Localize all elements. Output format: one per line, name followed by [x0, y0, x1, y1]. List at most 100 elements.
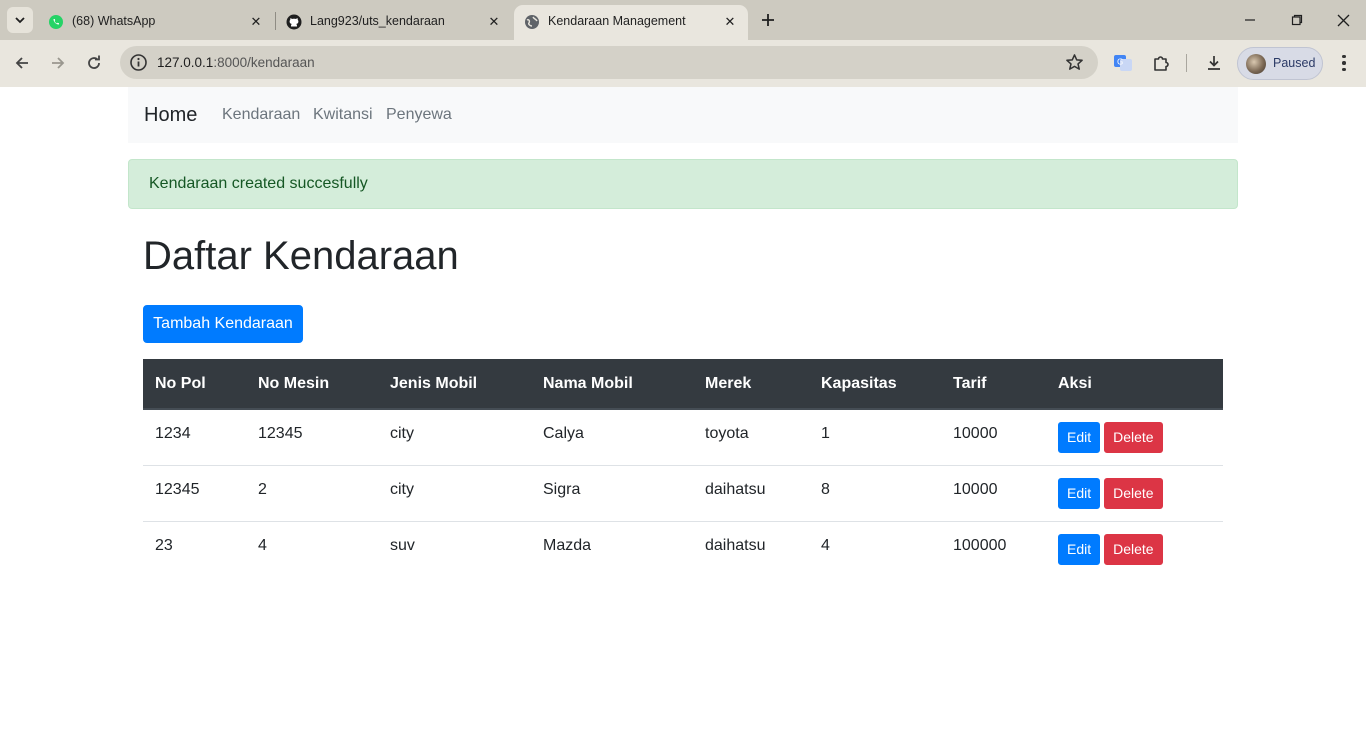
browser-menu-button[interactable]	[1334, 52, 1354, 74]
column-header-no-pol: No Pol	[143, 359, 246, 410]
reload-icon	[88, 55, 100, 69]
close-window-button[interactable]	[1331, 8, 1355, 32]
column-header-kapasitas: Kapasitas	[809, 359, 941, 410]
minimize-icon	[1245, 19, 1255, 21]
table-row: 12345 2 city Sigra daihatsu 8 10000 Edit…	[143, 464, 1223, 521]
cell-kapasitas: 8	[821, 481, 830, 498]
tab-kendaraan-management[interactable]: Kendaraan Management ✕	[514, 5, 748, 40]
browser-toolbar: 127.0.0.1:8000/kendaraan G Paused	[0, 40, 1366, 87]
edit-button[interactable]: Edit	[1058, 477, 1101, 509]
restore-icon	[1291, 14, 1303, 26]
alert-message: Kendaraan created succesfully	[149, 175, 368, 192]
cell-jenis-mobil: city	[390, 425, 414, 443]
cell-no-mesin: 2	[258, 481, 267, 498]
cell-merek: daihatsu	[705, 481, 766, 498]
tab-title: Lang923/uts_kendaraan	[310, 14, 445, 28]
tab-title: Kendaraan Management	[548, 14, 686, 28]
browser-tab-strip: (68) WhatsApp ✕ Lang923/uts_kendaraan ✕ …	[0, 0, 1366, 40]
column-header-jenis-mobil: Jenis Mobil	[378, 359, 531, 410]
toolbar-divider	[1186, 54, 1187, 72]
cell-jenis-mobil: suv	[390, 537, 415, 555]
delete-button[interactable]: Delete	[1104, 533, 1163, 565]
forward-button[interactable]	[46, 51, 70, 75]
close-icon	[1337, 14, 1349, 26]
cell-nama-mobil: Sigra	[543, 481, 581, 498]
cell-merek: toyota	[705, 425, 749, 443]
cell-jenis-mobil: city	[390, 481, 414, 498]
cell-aksi: Edit Delete	[1046, 464, 1223, 521]
close-icon[interactable]: ✕	[484, 12, 504, 32]
cell-aksi: Edit Delete	[1046, 520, 1223, 577]
minimize-button[interactable]	[1238, 8, 1262, 32]
plus-icon	[762, 14, 774, 26]
table-header-row: No Pol No Mesin Jenis Mobil Nama Mobil M…	[143, 359, 1223, 410]
nav-link-penyewa[interactable]: Penyewa	[386, 106, 452, 124]
cell-no-pol: 23	[155, 537, 173, 555]
arrow-right-icon	[52, 57, 65, 69]
top-navbar: Home Kendaraan Kwitansi Penyewa	[128, 87, 1238, 143]
delete-button[interactable]: Delete	[1104, 421, 1163, 453]
url-path: :8000/kendaraan	[213, 55, 315, 70]
cell-kapasitas: 1	[821, 425, 830, 443]
cell-tarif: 10000	[953, 425, 998, 443]
back-button[interactable]	[10, 51, 34, 75]
navbar-brand-home[interactable]: Home	[144, 104, 197, 127]
whatsapp-icon	[49, 15, 63, 29]
cell-no-pol: 1234	[155, 425, 191, 443]
profile-status: Paused	[1273, 56, 1316, 70]
success-alert: Kendaraan created succesfully	[128, 159, 1238, 209]
download-icon	[1208, 56, 1220, 70]
avatar	[1246, 54, 1266, 74]
cell-no-mesin: 4	[258, 537, 267, 555]
extensions-button[interactable]	[1150, 52, 1172, 74]
table-row: 23 4 suv Mazda daihatsu 4 100000 Edit Del…	[143, 520, 1223, 577]
arrow-left-icon	[15, 57, 28, 69]
profile-button[interactable]: Paused	[1237, 47, 1323, 80]
tab-title: (68) WhatsApp	[72, 14, 156, 28]
nav-link-kwitansi[interactable]: Kwitansi	[313, 106, 373, 124]
page-title: Daftar Kendaraan	[143, 234, 459, 278]
google-translate-icon: G	[1114, 55, 1132, 71]
nav-link-kendaraan[interactable]: Kendaraan	[222, 106, 300, 124]
translate-button[interactable]: G	[1112, 52, 1134, 74]
url-host: 127.0.0.1	[157, 55, 214, 70]
close-icon[interactable]: ✕	[720, 12, 740, 32]
cell-aksi: Edit Delete	[1046, 409, 1223, 465]
column-header-tarif: Tarif	[941, 359, 1046, 410]
cell-nama-mobil: Mazda	[543, 537, 592, 555]
column-header-nama-mobil: Nama Mobil	[531, 359, 693, 410]
delete-button[interactable]: Delete	[1104, 477, 1163, 509]
edit-button[interactable]: Edit	[1058, 421, 1101, 453]
cell-merek: daihatsu	[705, 537, 766, 555]
tab-search-button[interactable]	[7, 7, 33, 33]
kendaraan-table: No Pol No Mesin Jenis Mobil Nama Mobil M…	[143, 359, 1223, 577]
add-kendaraan-button[interactable]: Tambah Kendaraan	[143, 305, 303, 343]
new-tab-button[interactable]	[757, 9, 779, 31]
cell-kapasitas: 4	[821, 537, 830, 555]
site-info-icon[interactable]	[129, 53, 148, 72]
address-bar[interactable]: 127.0.0.1:8000/kendaraan	[120, 46, 1098, 79]
cell-no-mesin: 12345	[258, 425, 303, 443]
table-row: 1234 12345 city Calya toyota 1 10000 Edi…	[143, 409, 1223, 465]
chevron-down-icon	[15, 17, 25, 24]
svg-text:G: G	[1117, 58, 1123, 67]
cell-tarif: 100000	[953, 537, 1007, 555]
url-text[interactable]: 127.0.0.1:8000/kendaraan	[157, 55, 315, 70]
restore-button[interactable]	[1285, 8, 1309, 32]
edit-button[interactable]: Edit	[1058, 533, 1101, 565]
column-header-merek: Merek	[693, 359, 809, 410]
bookmark-star-icon[interactable]	[1065, 53, 1084, 72]
cell-tarif: 10000	[953, 481, 998, 498]
page-content: Home Kendaraan Kwitansi Penyewa Kendaraa…	[0, 87, 1366, 738]
tab-whatsapp[interactable]: (68) WhatsApp ✕	[38, 5, 274, 40]
close-icon[interactable]: ✕	[246, 12, 266, 32]
puzzle-icon	[1154, 56, 1169, 71]
cell-no-pol: 12345	[155, 481, 200, 498]
cell-nama-mobil: Calya	[543, 425, 584, 443]
tab-github[interactable]: Lang923/uts_kendaraan ✕	[276, 5, 512, 40]
globe-icon	[525, 15, 539, 29]
downloads-button[interactable]	[1203, 52, 1225, 74]
github-icon	[286, 14, 302, 30]
column-header-aksi: Aksi	[1046, 359, 1223, 410]
reload-button[interactable]	[82, 51, 106, 75]
